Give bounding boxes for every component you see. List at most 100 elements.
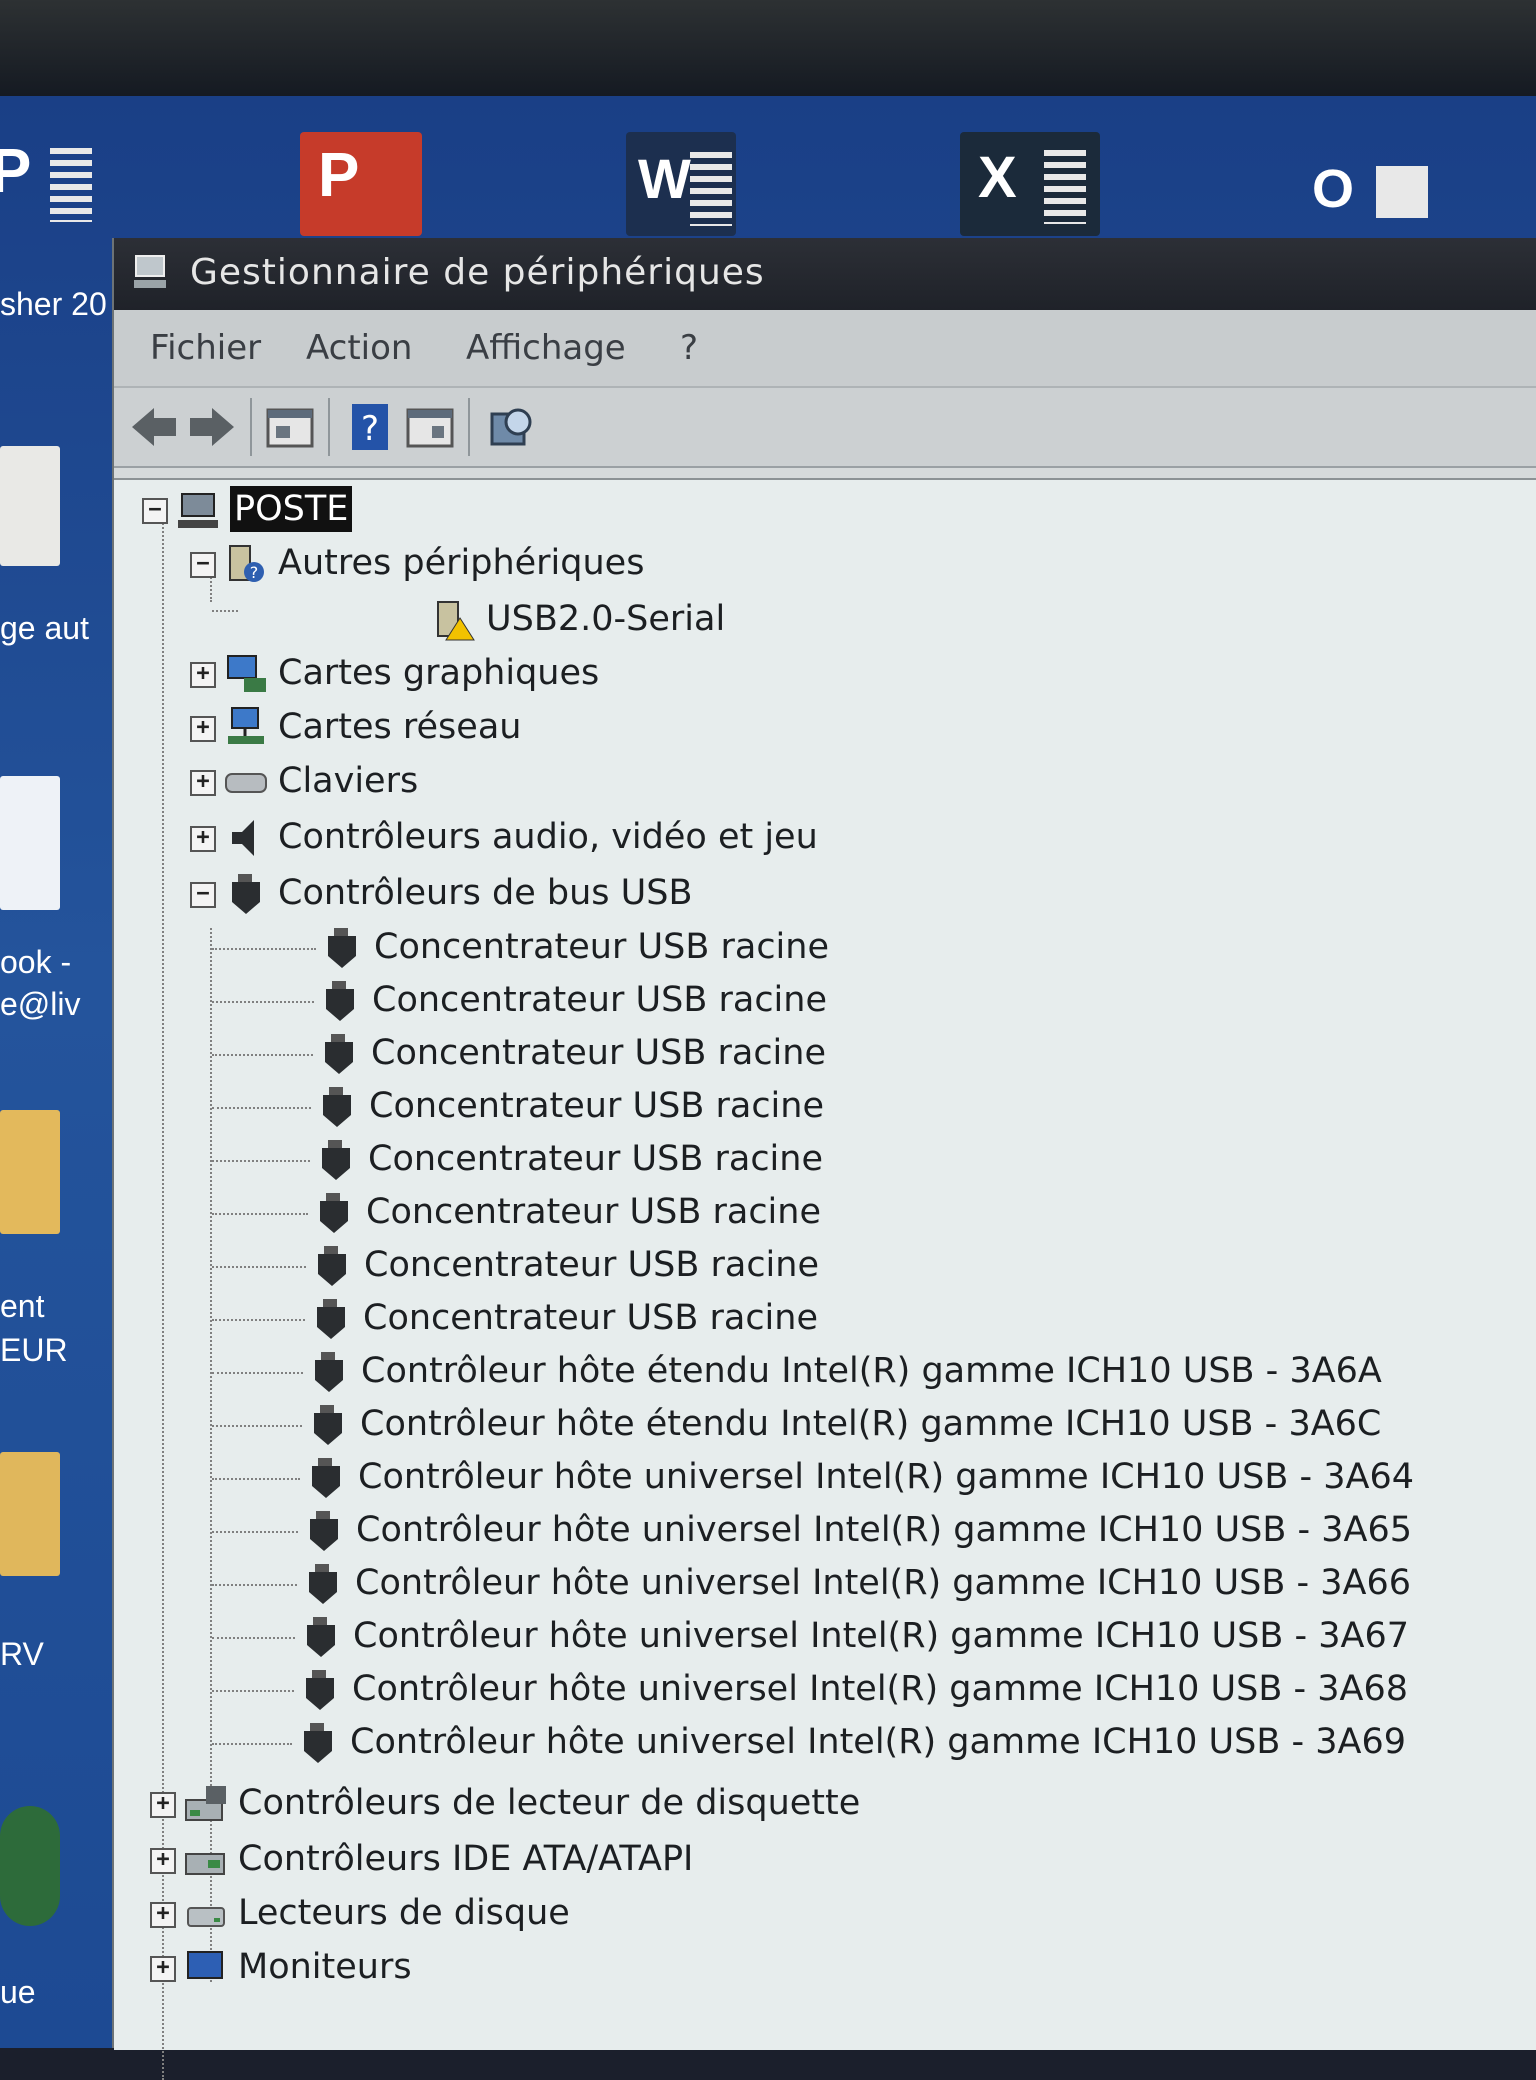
- usb-plug-icon: [318, 1246, 346, 1286]
- tree-category-label: Lecteurs de disque: [238, 1893, 570, 1933]
- monitor-bezel: [0, 0, 1536, 96]
- excel-letter: X: [978, 145, 1017, 210]
- desktop-label: sher 20: [0, 286, 107, 322]
- expand-toggle[interactable]: +: [150, 1848, 176, 1874]
- usb-plug-icon: [322, 1140, 350, 1180]
- desktop-label: RV: [0, 1636, 44, 1672]
- warning-device-icon: [437, 601, 475, 641]
- help-icon[interactable]: ?: [344, 402, 396, 452]
- forward-icon[interactable]: [186, 402, 238, 452]
- tree-device-label: Concentrateur USB racine: [372, 980, 827, 1020]
- tree-device-label: Contrôleur hôte universel Intel(R) gamme…: [350, 1722, 1407, 1762]
- collapse-toggle[interactable]: −: [190, 552, 216, 578]
- tree-guide-line: [212, 1107, 311, 1109]
- desktop-tile-outlook[interactable]: O: [1300, 132, 1450, 242]
- title-bar[interactable]: Gestionnaire de périphériques: [114, 238, 1536, 310]
- tree-category-label: Contrôleurs IDE ATA/ATAPI: [238, 1839, 694, 1879]
- menu-action[interactable]: Action: [306, 328, 412, 368]
- back-icon[interactable]: [128, 402, 180, 452]
- menu-help[interactable]: ?: [680, 328, 698, 368]
- tree-category-label: Moniteurs: [238, 1947, 412, 1987]
- usb-plug-icon: [312, 1458, 340, 1498]
- view-icon[interactable]: [404, 402, 456, 452]
- properties-icon[interactable]: [264, 402, 316, 452]
- usb-plug-icon: [326, 981, 354, 1021]
- svg-text:?: ?: [250, 563, 259, 582]
- usb-plug-icon: [317, 1299, 345, 1339]
- tree-device-label: Concentrateur USB racine: [366, 1192, 821, 1232]
- collapse-toggle[interactable]: −: [190, 882, 216, 908]
- mail-icon[interactable]: [0, 776, 60, 910]
- ide-controller-icon: [185, 1853, 225, 1875]
- outlook-letter: O: [1312, 159, 1355, 219]
- device-manager-icon: [134, 255, 166, 288]
- tree-device-label: Concentrateur USB racine: [369, 1086, 824, 1126]
- expand-toggle[interactable]: +: [150, 1956, 176, 1982]
- usb-plug-icon: [323, 1087, 351, 1127]
- tree-device-label: USB2.0-Serial: [486, 599, 726, 639]
- tree-device-label: Concentrateur USB racine: [368, 1139, 823, 1179]
- powerpoint-letter: P: [318, 141, 360, 210]
- expand-toggle[interactable]: +: [190, 826, 216, 852]
- tree-category-label: Autres périphériques: [278, 543, 645, 583]
- device-tree: − POSTE − ? Autres périphériques USB2.0-…: [114, 478, 1536, 2080]
- desktop-tile-excel[interactable]: X: [960, 132, 1110, 242]
- tree-device-label: Contrôleur hôte universel Intel(R) gamme…: [352, 1669, 1409, 1709]
- publisher-icon: P: [0, 137, 32, 206]
- tree-category-label: Contrôleurs de bus USB: [278, 873, 693, 913]
- svg-text:?: ?: [361, 409, 379, 449]
- usb-plug-icon: [310, 1511, 338, 1551]
- tree-guide-line: [212, 948, 316, 950]
- folder-icon[interactable]: [0, 1452, 60, 1576]
- document-icon[interactable]: [0, 446, 60, 566]
- usb-plug-icon: [304, 1723, 332, 1763]
- expand-toggle[interactable]: +: [190, 770, 216, 796]
- menu-affichage[interactable]: Affichage: [466, 328, 626, 368]
- desktop-tile-powerpoint[interactable]: P: [290, 132, 440, 242]
- expand-toggle[interactable]: +: [150, 1792, 176, 1818]
- collapse-toggle[interactable]: −: [142, 498, 168, 524]
- display-adapter-icon: [227, 655, 266, 692]
- desktop-label: ge aut: [0, 610, 89, 646]
- speaker-icon: [232, 820, 254, 856]
- tree-guide-line: [212, 610, 238, 612]
- tree-device-label: Contrôleur hôte universel Intel(R) gamme…: [356, 1510, 1413, 1550]
- folder-icon[interactable]: [0, 1110, 60, 1234]
- desktop-label: ent: [0, 1288, 45, 1324]
- tree-guide-line: [212, 1319, 305, 1321]
- desktop-label: ook -: [0, 944, 72, 980]
- expand-toggle[interactable]: +: [190, 716, 216, 742]
- desktop-label: e@liv: [0, 986, 81, 1022]
- floppy-controller-icon: [185, 1786, 226, 1821]
- tree-guide-line: [212, 1054, 313, 1056]
- expand-toggle[interactable]: +: [150, 1902, 176, 1928]
- toolbar: ?: [114, 388, 1536, 468]
- menu-fichier[interactable]: Fichier: [150, 328, 261, 368]
- usb-plug-icon: [328, 928, 356, 968]
- usb-plug-icon: [306, 1670, 334, 1710]
- tree-guide-line: [212, 1637, 295, 1639]
- tree-device-label: Concentrateur USB racine: [363, 1298, 818, 1338]
- usb-plug-icon: [307, 1617, 335, 1657]
- tree-device-label: Concentrateur USB racine: [364, 1245, 819, 1285]
- desktop-tile-word[interactable]: W: [626, 132, 776, 242]
- device-manager-window: Gestionnaire de périphériques Fichier Ac…: [112, 238, 1536, 2080]
- desktop-label: EUR: [0, 1332, 68, 1368]
- document-lines-icon: [50, 148, 92, 222]
- menu-bar: Fichier Action Affichage ?: [114, 310, 1536, 388]
- expand-toggle[interactable]: +: [190, 662, 216, 688]
- toolbar-separator: [328, 398, 330, 456]
- desktop-tile-publisher[interactable]: P: [0, 132, 140, 242]
- tree-guide-line: [212, 1478, 300, 1480]
- app-icon[interactable]: [0, 1806, 60, 1926]
- scan-hardware-icon[interactable]: [486, 402, 538, 452]
- tree-guide-line: [212, 1584, 297, 1586]
- tree-device-label: Contrôleur hôte universel Intel(R) gamme…: [358, 1457, 1415, 1497]
- disk-drive-icon: [187, 1907, 225, 1927]
- monitor-icon: [187, 1951, 223, 1979]
- tree-guide-line: [162, 520, 164, 2080]
- tree-device-label: Contrôleur hôte universel Intel(R) gamme…: [355, 1563, 1412, 1603]
- tree-guide-line: [212, 1743, 292, 1745]
- tree-category-label: Contrôleurs de lecteur de disquette: [238, 1783, 861, 1823]
- usb-plug-icon: [320, 1193, 348, 1233]
